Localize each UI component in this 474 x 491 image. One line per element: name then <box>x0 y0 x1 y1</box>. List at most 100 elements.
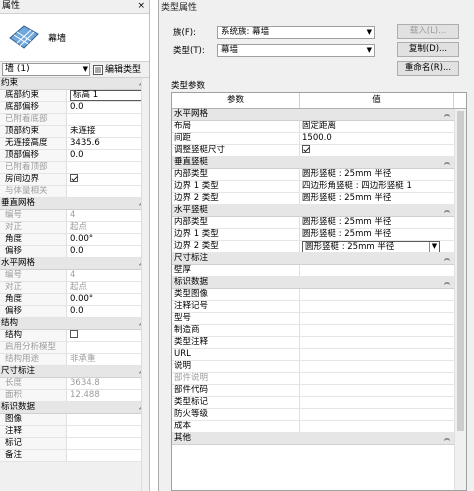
param-value[interactable]: 四边形角竖梃 : 四边形竖梃 1 <box>300 181 440 192</box>
property-name: 标记 <box>0 438 67 449</box>
property-value[interactable]: 4 <box>67 270 149 281</box>
group-header[interactable]: 水平网格︽ <box>0 258 149 270</box>
property-name: 编号 <box>0 270 67 281</box>
grid-group-header[interactable]: 其他 ︽ <box>172 433 454 445</box>
edit-type-icon <box>93 64 103 75</box>
param-value[interactable] <box>300 289 440 300</box>
group-label: 尺寸标注 <box>1 366 36 376</box>
grid-row: 边界 1 类型 圆形竖梃 : 25mm 半径 <box>172 229 466 241</box>
property-value[interactable]: 0.00° <box>67 294 149 305</box>
grid-row: 类型图像 <box>172 289 466 301</box>
property-value[interactable] <box>67 114 149 125</box>
group-header[interactable]: 结构︽ <box>0 318 149 330</box>
param-value[interactable]: 圆形竖梃 : 25mm 半径 <box>300 217 440 228</box>
load-button[interactable]: 载入(L)... <box>397 24 459 39</box>
scrollbar-thumb[interactable] <box>457 111 464 431</box>
param-value[interactable]: 1500.0 <box>300 133 440 144</box>
grid-group-header[interactable]: 垂直竖梃 ︽ <box>172 157 454 169</box>
rename-button[interactable]: 重命名(R)... <box>397 61 459 76</box>
property-name: 底部偏移 <box>0 102 67 113</box>
property-value[interactable]: 起点 <box>67 282 149 293</box>
param-value[interactable] <box>300 145 440 156</box>
edit-type-button[interactable]: 编辑类型 <box>93 63 141 76</box>
property-value[interactable]: 0.0 <box>67 102 149 113</box>
property-value[interactable]: 0.0 <box>67 306 149 317</box>
param-value-dropdown[interactable]: 圆形竖梃 : 25mm 半径 ▼ <box>302 241 440 252</box>
param-value[interactable] <box>300 361 440 372</box>
properties-title: 属性 <box>2 1 21 11</box>
property-row: 图像 <box>0 414 149 426</box>
dialog-title: 类型属性 <box>161 3 198 13</box>
type-dropdown[interactable]: 幕墙 ▼ <box>217 43 375 57</box>
property-value[interactable] <box>67 330 149 341</box>
chevron-down-icon: ▼ <box>429 242 439 252</box>
value-column-header: 值 <box>300 93 454 108</box>
property-value[interactable]: 非承重 <box>67 354 149 365</box>
param-value[interactable] <box>300 265 440 276</box>
property-value[interactable] <box>67 414 149 425</box>
grid-group-header[interactable]: 尺寸标注 ︽ <box>172 253 454 265</box>
property-value[interactable]: 12.488 <box>67 390 149 401</box>
param-value[interactable]: 圆形竖梃 : 25mm 半径 ▼ <box>300 241 440 252</box>
property-value[interactable]: 0.0 <box>67 150 149 161</box>
property-value[interactable]: 3435.6 <box>67 138 149 149</box>
property-row: 与体量相关 <box>0 186 149 198</box>
group-header[interactable]: 尺寸标注︽ <box>0 366 149 378</box>
param-value[interactable] <box>300 397 440 408</box>
property-value[interactable] <box>67 162 149 173</box>
property-value[interactable] <box>67 450 149 461</box>
property-value[interactable]: 3634.8 <box>67 378 149 389</box>
value-input[interactable]: 标高 1 <box>70 90 149 101</box>
chevron-up-icon: ︽ <box>443 279 450 286</box>
family-dropdown[interactable]: 系统族: 幕墙 ▼ <box>217 25 375 39</box>
property-value[interactable]: 0.0 <box>67 246 149 257</box>
param-value[interactable]: 固定距离 <box>300 121 440 132</box>
property-value[interactable]: 未连接 <box>67 126 149 137</box>
type-selector[interactable]: 幕墙 <box>0 14 149 62</box>
group-label: 标识数据 <box>1 402 36 412</box>
grid-group-header[interactable]: 水平竖梃 ︽ <box>172 205 454 217</box>
property-value[interactable] <box>67 438 149 449</box>
property-value[interactable]: 起点 <box>67 222 149 233</box>
param-value[interactable]: 圆形竖梃 : 25mm 半径 <box>300 229 440 240</box>
grid-group-label: 垂直竖梃 <box>174 157 209 167</box>
param-value[interactable] <box>300 301 440 312</box>
param-column-header: 参数 <box>172 93 300 108</box>
param-value[interactable] <box>300 421 440 432</box>
checkbox[interactable] <box>302 145 310 153</box>
grid-group-header[interactable]: 水平网格 ︽ <box>172 109 454 121</box>
instance-filter-dropdown[interactable]: 墙 (1) ▼ <box>2 63 90 76</box>
properties-scrollbar[interactable] <box>141 78 149 491</box>
property-value[interactable]: 0.00° <box>67 234 149 245</box>
grid-scrollbar[interactable] <box>454 109 466 490</box>
checkbox[interactable] <box>70 174 78 182</box>
param-value[interactable]: 圆形竖梃 : 25mm 半径 <box>300 193 440 204</box>
group-header[interactable]: 约束︽ <box>0 78 149 90</box>
group-header[interactable]: 标识数据︽ <box>0 402 149 414</box>
param-value[interactable] <box>300 337 440 348</box>
param-value[interactable] <box>300 349 440 360</box>
param-value[interactable]: 圆形竖梃 : 25mm 半径 <box>300 169 440 180</box>
family-value: 系统族: 幕墙 <box>221 26 270 37</box>
property-value[interactable] <box>67 174 149 185</box>
property-value[interactable] <box>67 186 149 197</box>
param-value[interactable] <box>300 313 440 324</box>
grid-row: 部件说明 <box>172 373 466 385</box>
property-value[interactable] <box>67 342 149 353</box>
close-icon[interactable]: × <box>137 0 145 13</box>
property-value[interactable]: 4 <box>67 210 149 221</box>
duplicate-button[interactable]: 复制(D)... <box>397 42 459 57</box>
curtain-wall-icon <box>9 24 39 49</box>
property-value[interactable] <box>67 426 149 437</box>
param-value[interactable] <box>300 409 440 420</box>
param-name: 边界 2 类型 <box>172 193 300 204</box>
property-value[interactable]: 标高 1 <box>67 90 149 101</box>
grid-group-label: 水平竖梃 <box>174 205 209 215</box>
checkbox[interactable] <box>70 330 78 338</box>
param-value[interactable] <box>300 373 440 384</box>
param-value[interactable] <box>300 385 440 396</box>
group-header[interactable]: 垂直网格︽ <box>0 198 149 210</box>
param-value[interactable] <box>300 325 440 336</box>
grid-group-header[interactable]: 标识数据 ︽ <box>172 277 454 289</box>
param-name: 边界 1 类型 <box>172 229 300 240</box>
